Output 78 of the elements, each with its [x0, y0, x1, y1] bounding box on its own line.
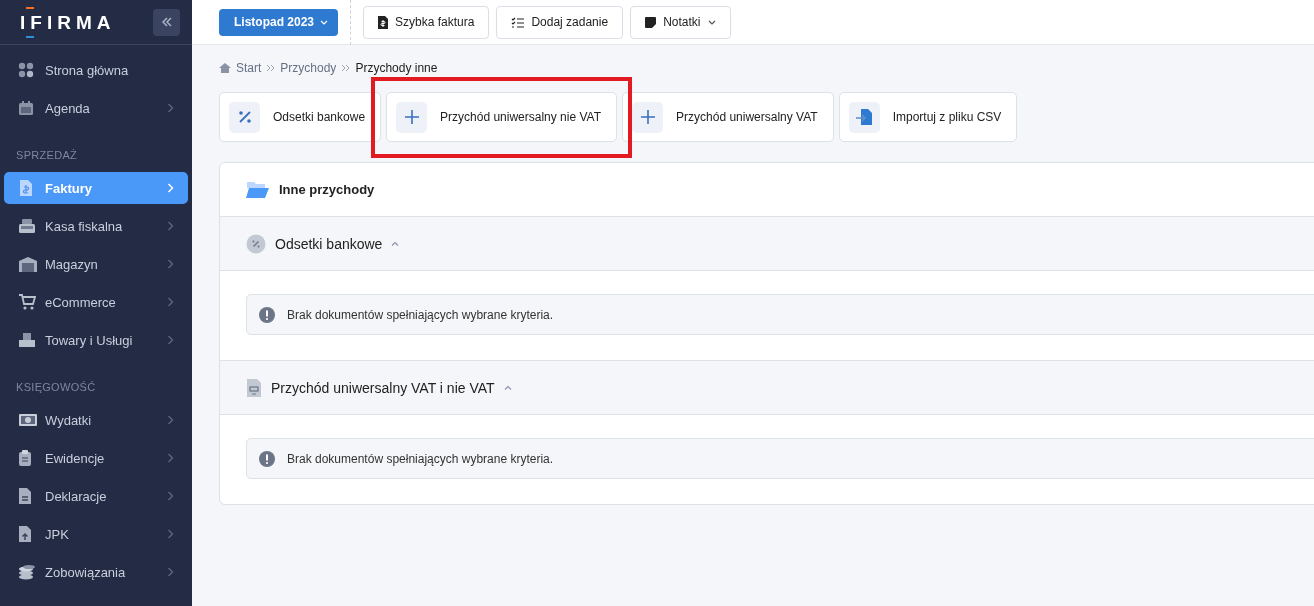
sidebar-item-label: Towary i Usługi — [45, 332, 134, 348]
double-chevron-left-icon — [160, 17, 173, 27]
boxes-icon — [18, 332, 36, 348]
chevron-up-icon — [391, 241, 400, 246]
empty-message: Brak dokumentów spełniających wybrane kryteria. — [287, 451, 554, 466]
chevron-down-icon — [320, 19, 329, 25]
percent-badge-icon — [246, 233, 266, 254]
warehouse-icon — [18, 256, 38, 272]
section-header[interactable]: Odsetki bankowe — [220, 217, 1314, 271]
exclamation-icon — [259, 306, 275, 323]
double-chevron-right-icon — [266, 64, 276, 72]
breadcrumb-link[interactable]: Przychody — [280, 61, 337, 75]
sidebar-item-label: Deklaracje — [45, 488, 108, 504]
sidebar-item-label: Kasa fiskalna — [45, 218, 124, 234]
section-header[interactable]: Przychód uniwersalny VAT i nie VAT — [220, 361, 1314, 415]
sidebar-item-label: Wydatki — [45, 412, 93, 428]
breadcrumb-link[interactable]: Start — [236, 61, 262, 75]
section-title: Przychód uniwersalny VAT i nie VAT — [271, 379, 495, 396]
sidebar-item[interactable]: Ewidencje — [4, 442, 188, 474]
sidebar-item[interactable]: Magazyn — [4, 248, 188, 280]
sidebar-item[interactable]: Towary i Usługi — [4, 324, 188, 356]
toolbar-button[interactable]: Dodaj zadanie — [496, 5, 624, 39]
breadcrumb-current: Przychody inne — [355, 61, 438, 75]
action-tile[interactable]: Odsetki bankowe — [219, 92, 382, 142]
logo: IFIRMA — [20, 12, 116, 32]
plus-icon — [640, 110, 655, 124]
chevron-up-icon — [503, 385, 512, 390]
section-heading: KSIĘGOWOŚĆ — [15, 380, 97, 395]
banknote-icon — [18, 413, 38, 427]
toolbar-button[interactable]: Szybka faktura — [363, 5, 490, 39]
dots-icon — [18, 62, 34, 78]
empty-message: Brak dokumentów spełniających wybrane kryteria. — [287, 307, 554, 322]
checklist-icon — [511, 16, 525, 28]
cash-register-icon — [18, 218, 36, 234]
note-icon — [645, 16, 657, 28]
folder-icon — [246, 180, 270, 199]
exclamation-icon — [259, 450, 275, 467]
coins-icon — [18, 564, 36, 580]
section-heading: SPRZEDAŻ — [15, 148, 79, 163]
sidebar-item-label: JPK — [45, 526, 70, 542]
sidebar-item[interactable]: Deklaracje — [4, 480, 188, 512]
home-icon — [219, 63, 231, 73]
sidebar-item[interactable]: Zobowiązania — [4, 556, 188, 588]
action-tile[interactable]: Przychód uniwersalny nie VAT — [386, 92, 618, 142]
sidebar-item-label: Faktury — [45, 180, 93, 196]
sidebar-item[interactable]: Agenda — [4, 92, 188, 124]
period-dropdown[interactable]: Listopad 2023 — [219, 8, 339, 36]
panel-title: Inne przychody — [279, 182, 375, 197]
sidebar-item[interactable]: Wydatki — [4, 404, 188, 436]
logo-accent-icon — [26, 6, 34, 9]
double-chevron-right-icon — [341, 64, 351, 72]
sidebar-item[interactable]: Kasa fiskalna — [4, 210, 188, 242]
sidebar-item[interactable]: Strona główna — [4, 54, 188, 86]
clipboard-icon — [18, 449, 32, 467]
action-tile[interactable]: Importuj z pliku CSV — [838, 92, 1018, 142]
collapse-sidebar-button[interactable] — [153, 8, 180, 36]
sidebar-item-label: Magazyn — [45, 256, 99, 272]
document-icon — [18, 487, 32, 505]
cart-icon — [18, 294, 36, 310]
plus-icon — [404, 110, 419, 124]
sidebar-item-label: Agenda — [45, 100, 91, 116]
sidebar-item[interactable]: JPK — [4, 518, 188, 550]
calendar-icon — [18, 100, 34, 116]
sidebar-item-label: Strona główna — [45, 62, 130, 78]
sidebar-item-label: eCommerce — [45, 294, 117, 310]
section-title: Odsetki bankowe — [275, 235, 383, 252]
logo-accent-icon — [26, 35, 34, 38]
upload-document-icon — [18, 525, 32, 543]
invoice-icon — [18, 179, 34, 197]
percent-icon — [237, 110, 252, 124]
import-file-icon — [855, 108, 874, 126]
document-icon — [246, 377, 262, 398]
sidebar-item[interactable]: eCommerce — [4, 286, 188, 318]
sidebar-item-label: Ewidencje — [45, 450, 106, 466]
sidebar-item-label: Zobowiązania — [45, 564, 127, 580]
invoice-icon — [378, 15, 389, 29]
action-tile[interactable]: Przychód uniwersalny VAT — [622, 92, 834, 142]
toolbar-button[interactable]: Notatki — [630, 5, 731, 39]
